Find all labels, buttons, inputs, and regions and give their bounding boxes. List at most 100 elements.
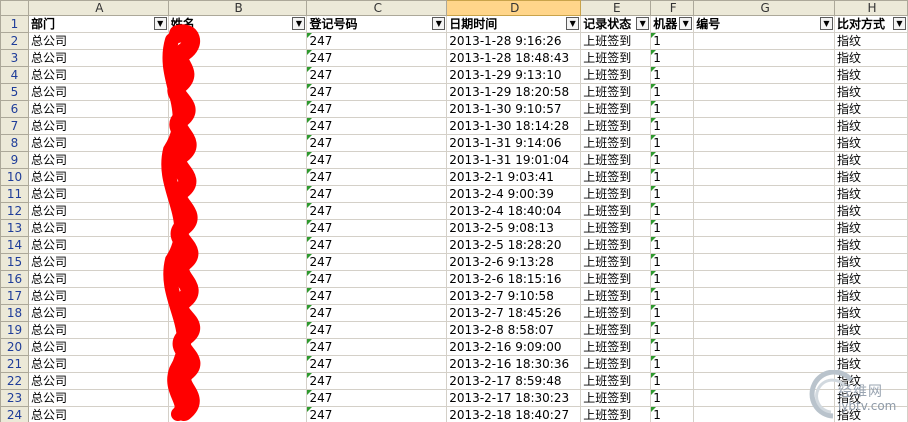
cell-name[interactable]	[167, 100, 308, 118]
cell-name[interactable]	[167, 287, 308, 305]
cell-name[interactable]	[167, 49, 308, 67]
cell-id[interactable]: 247	[306, 389, 448, 407]
cell-no[interactable]	[693, 202, 835, 220]
cell-machine[interactable]: 1	[650, 151, 695, 169]
cell-dept[interactable]: 总公司	[27, 185, 169, 203]
cell-id[interactable]: 247	[306, 372, 448, 390]
cell-method[interactable]: 指纹	[833, 338, 908, 356]
cell-dt[interactable]: 2013-2-7 18:45:26	[446, 304, 582, 322]
cell-status[interactable]: 上班签到	[580, 270, 652, 288]
cell-method[interactable]: 指纹	[833, 321, 908, 339]
header-cell-status[interactable]: 记录状态 ▼	[580, 15, 652, 33]
row-number[interactable]: 24	[0, 406, 29, 422]
cell-dt[interactable]: 2013-2-5 18:28:20	[446, 236, 582, 254]
cell-machine[interactable]: 1	[650, 304, 695, 322]
filter-dropdown-icon[interactable]: ▼	[292, 17, 306, 30]
cell-no[interactable]	[693, 134, 835, 152]
column-header-h[interactable]: H	[833, 0, 908, 16]
filter-dropdown-icon[interactable]: ▼	[432, 17, 446, 30]
cell-status[interactable]: 上班签到	[580, 219, 652, 237]
cell-machine[interactable]: 1	[650, 168, 695, 186]
cell-dept[interactable]: 总公司	[27, 134, 169, 152]
cell-method[interactable]: 指纹	[833, 304, 908, 322]
cell-dept[interactable]: 总公司	[27, 168, 169, 186]
cell-id[interactable]: 247	[306, 236, 448, 254]
cell-status[interactable]: 上班签到	[580, 372, 652, 390]
cell-no[interactable]	[693, 338, 835, 356]
row-number[interactable]: 21	[0, 355, 29, 373]
cell-id[interactable]: 247	[306, 49, 448, 67]
cell-no[interactable]	[693, 287, 835, 305]
cell-dt[interactable]: 2013-2-6 9:13:28	[446, 253, 582, 271]
cell-method[interactable]: 指纹	[833, 66, 908, 84]
row-number[interactable]: 9	[0, 151, 29, 169]
cell-status[interactable]: 上班签到	[580, 406, 652, 422]
cell-no[interactable]	[693, 321, 835, 339]
cell-dt[interactable]: 2013-2-17 18:30:23	[446, 389, 582, 407]
row-number[interactable]: 1	[0, 15, 29, 33]
cell-status[interactable]: 上班签到	[580, 321, 652, 339]
cell-no[interactable]	[693, 49, 835, 67]
cell-machine[interactable]: 1	[650, 338, 695, 356]
cell-machine[interactable]: 1	[650, 134, 695, 152]
cell-dept[interactable]: 总公司	[27, 117, 169, 135]
filter-dropdown-icon[interactable]: ▼	[566, 17, 580, 30]
cell-method[interactable]: 指纹	[833, 117, 908, 135]
cell-no[interactable]	[693, 32, 835, 50]
cell-method[interactable]: 指纹	[833, 185, 908, 203]
cell-name[interactable]	[167, 236, 308, 254]
row-number[interactable]: 2	[0, 32, 29, 50]
row-number[interactable]: 6	[0, 100, 29, 118]
cell-id[interactable]: 247	[306, 304, 448, 322]
cell-dt[interactable]: 2013-2-4 9:00:39	[446, 185, 582, 203]
row-number[interactable]: 5	[0, 83, 29, 101]
cell-id[interactable]: 247	[306, 287, 448, 305]
column-header-g[interactable]: G	[693, 0, 835, 16]
cell-method[interactable]: 指纹	[833, 100, 908, 118]
row-number[interactable]: 11	[0, 185, 29, 203]
cell-status[interactable]: 上班签到	[580, 66, 652, 84]
select-all-corner[interactable]	[0, 0, 29, 16]
cell-status[interactable]: 上班签到	[580, 32, 652, 50]
cell-machine[interactable]: 1	[650, 83, 695, 101]
cell-no[interactable]	[693, 219, 835, 237]
cell-name[interactable]	[167, 321, 308, 339]
cell-status[interactable]: 上班签到	[580, 117, 652, 135]
column-header-e[interactable]: E	[580, 0, 652, 16]
cell-dt[interactable]: 2013-1-31 9:14:06	[446, 134, 582, 152]
cell-id[interactable]: 247	[306, 117, 448, 135]
cell-method[interactable]: 指纹	[833, 134, 908, 152]
cell-status[interactable]: 上班签到	[580, 168, 652, 186]
cell-dt[interactable]: 2013-1-29 9:13:10	[446, 66, 582, 84]
cell-id[interactable]: 247	[306, 219, 448, 237]
cell-method[interactable]: 指纹	[833, 49, 908, 67]
cell-id[interactable]: 247	[306, 134, 448, 152]
cell-dt[interactable]: 2013-2-16 9:09:00	[446, 338, 582, 356]
cell-method[interactable]: 指纹	[833, 219, 908, 237]
row-number[interactable]: 16	[0, 270, 29, 288]
cell-method[interactable]: 指纹	[833, 236, 908, 254]
cell-machine[interactable]: 1	[650, 49, 695, 67]
cell-no[interactable]	[693, 270, 835, 288]
row-number[interactable]: 22	[0, 372, 29, 390]
row-number[interactable]: 19	[0, 321, 29, 339]
cell-name[interactable]	[167, 202, 308, 220]
cell-dept[interactable]: 总公司	[27, 355, 169, 373]
header-cell-id[interactable]: 登记号码 ▼	[306, 15, 448, 33]
cell-machine[interactable]: 1	[650, 321, 695, 339]
cell-dept[interactable]: 总公司	[27, 389, 169, 407]
cell-machine[interactable]: 1	[650, 287, 695, 305]
cell-name[interactable]	[167, 355, 308, 373]
row-number[interactable]: 13	[0, 219, 29, 237]
cell-name[interactable]	[167, 253, 308, 271]
row-number[interactable]: 18	[0, 304, 29, 322]
cell-id[interactable]: 247	[306, 32, 448, 50]
cell-name[interactable]	[167, 372, 308, 390]
cell-name[interactable]	[167, 338, 308, 356]
cell-dept[interactable]: 总公司	[27, 83, 169, 101]
cell-dept[interactable]: 总公司	[27, 338, 169, 356]
row-number[interactable]: 7	[0, 117, 29, 135]
cell-id[interactable]: 247	[306, 355, 448, 373]
header-cell-method[interactable]: 比对方式 ▼	[833, 15, 908, 33]
cell-dt[interactable]: 2013-1-28 18:48:43	[446, 49, 582, 67]
